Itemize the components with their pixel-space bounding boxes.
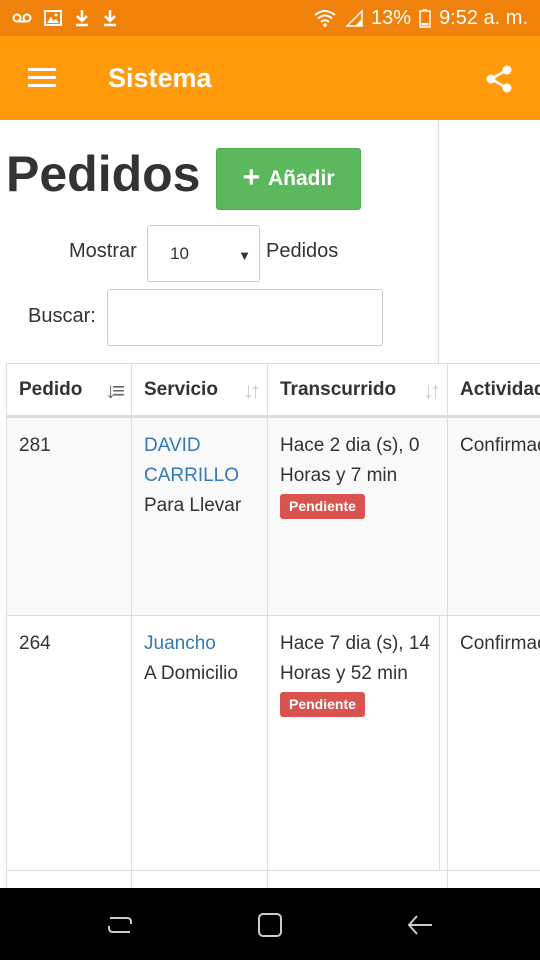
share-icon[interactable] [484,64,514,94]
elapsed-time: Hace 2 dia (s), 0 Horas y 7 min [280,435,420,486]
wifi-icon [314,10,336,27]
cell-actividad: Confirmado [447,616,540,870]
menu-icon[interactable] [28,68,56,88]
column-header-actividad[interactable]: Actividad [447,364,540,415]
column-header-label: Transcurrido [280,379,397,400]
table-header: Pedido ↓≡ Servicio ↓↑ Transcurrido ↓↑ Ac… [6,363,540,418]
add-button-label: Añadir [268,167,335,190]
table-row: 281 DAVID CARRILLO Para Llevar Hace 2 di… [6,418,540,616]
status-badge: Pendiente [280,692,365,717]
voicemail-icon [12,13,32,23]
divider [439,616,440,870]
table-cell [267,871,447,888]
column-header-transcurrido[interactable]: Transcurrido ↓↑ [267,364,447,415]
table-row [6,871,540,888]
download-icon [104,10,116,27]
column-header-label: Servicio [144,379,218,400]
battery-percent: 13% [371,6,412,29]
search-input[interactable] [107,289,383,346]
table-row: 264 Juancho A Domicilio Hace 7 dia (s), … [6,616,540,871]
cell-pedido: 281 [6,418,131,615]
entries-select[interactable]: 10 ▼ [147,225,260,282]
customer-link[interactable]: DAVID CARRILLO [144,431,255,491]
sort-icon: ↓↑ [423,378,441,403]
customer-link[interactable]: Juancho [144,629,255,659]
cell-servicio: Juancho A Domicilio [131,616,267,870]
show-entries-label: Mostrar [69,240,137,262]
plus-icon: + [242,160,260,194]
battery-icon [419,9,431,28]
signal-icon [345,9,363,27]
table-cell [131,871,267,888]
download-icon [76,10,88,27]
entries-select-value: 10 [170,243,189,263]
show-entries-suffix: Pedidos [266,240,339,262]
recent-apps-icon[interactable] [105,910,135,940]
table-cell [6,871,131,888]
column-header-label: Pedido [19,379,83,400]
divider [438,120,439,365]
system-nav-bar [0,888,540,960]
cell-pedido: 264 [6,616,131,870]
cell-transcurrido: Hace 7 dia (s), 14 Horas y 52 min Pendie… [267,616,447,870]
cell-servicio: DAVID CARRILLO Para Llevar [131,418,267,615]
status-bar-notifications [12,9,118,27]
elapsed-time: Hace 7 dia (s), 14 Horas y 52 min [280,633,430,684]
app-title: Sistema [108,62,212,93]
cell-transcurrido: Hace 2 dia (s), 0 Horas y 7 min Pendient… [267,418,447,615]
service-type: A Domicilio [144,663,238,684]
table-cell [447,871,540,888]
column-header-label: Actividad [460,379,540,400]
app-bar: Sistema [0,36,540,120]
search-label: Buscar: [28,305,96,327]
image-icon [44,10,62,26]
chevron-down-icon: ▼ [238,248,251,263]
page-title: Pedidos [6,146,201,202]
service-type: Para Llevar [144,495,242,516]
orders-table: Pedido ↓≡ Servicio ↓↑ Transcurrido ↓↑ Ac… [6,363,540,888]
sort-desc-icon: ↓≡ [105,378,125,403]
column-header-servicio[interactable]: Servicio ↓↑ [131,364,267,415]
add-button[interactable]: + Añadir [216,148,361,210]
main-content: Pedidos + Añadir Mostrar 10 ▼ Pedidos Bu… [0,120,540,888]
column-header-pedido[interactable]: Pedido ↓≡ [6,364,131,415]
cell-actividad: Confirmado [447,418,540,615]
home-icon[interactable] [255,910,285,940]
status-bar: 13% 9:52 a. m. [0,0,540,36]
back-icon[interactable] [405,910,435,940]
clock: 9:52 a. m. [439,6,528,29]
status-badge: Pendiente [280,494,365,519]
status-bar-system: 13% 9:52 a. m. [313,7,528,30]
sort-icon: ↓↑ [243,378,261,403]
